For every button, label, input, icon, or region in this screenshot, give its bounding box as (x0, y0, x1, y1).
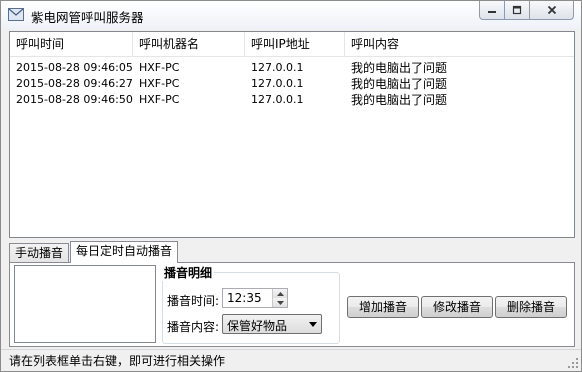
column-header-ip-address[interactable]: 呼叫IP地址 (245, 32, 345, 57)
minimize-button[interactable] (479, 1, 505, 20)
close-icon (547, 5, 556, 15)
cell-call-content: 我的电脑出了问题 (351, 77, 448, 91)
status-text: 请在列表框单击右键，即可进行相关操作 (9, 354, 226, 368)
cell-call-content: 我的电脑出了问题 (351, 61, 448, 75)
cell-ip-address: 127.0.0.1 (251, 61, 304, 74)
cell-machine-name: HXF-PC (139, 77, 180, 90)
maximize-icon (512, 5, 522, 15)
maximize-button[interactable] (504, 1, 530, 20)
broadcast-content-label: 播音内容: (167, 320, 220, 334)
mail-envelope-icon (8, 8, 24, 21)
tab-daily-scheduled-broadcast[interactable]: 每日定时自动播音 (70, 241, 179, 263)
add-broadcast-button[interactable]: 增加播音 (347, 296, 419, 318)
arrow-down-icon (276, 300, 284, 305)
table-row[interactable]: 2015-08-28 09:46:05 HXF-PC 127.0.0.1 我的电… (10, 60, 574, 76)
minimize-icon (488, 11, 496, 13)
tab-manual-broadcast[interactable]: 手动播音 (9, 243, 70, 263)
status-bar: 请在列表框单击右键，即可进行相关操作 (1, 349, 581, 371)
broadcast-content-select[interactable]: 保管好物品 (222, 314, 322, 334)
close-button[interactable] (529, 1, 574, 20)
cell-call-time: 2015-08-28 09:46:27 (16, 77, 133, 90)
modify-broadcast-button[interactable]: 修改播音 (421, 296, 493, 318)
cell-ip-address: 127.0.0.1 (251, 77, 304, 90)
time-spin-up-button[interactable] (272, 289, 287, 298)
broadcast-time-picker[interactable]: 12:35 (222, 288, 288, 308)
app-window: 紫电网管呼叫服务器 呼叫时间 呼叫机器名 呼叫IP地址 呼叫内容 2015-08… (0, 0, 582, 372)
column-header-call-time[interactable]: 呼叫时间 (10, 32, 133, 57)
call-list[interactable]: 呼叫时间 呼叫机器名 呼叫IP地址 呼叫内容 2015-08-28 09:46:… (9, 31, 575, 238)
delete-broadcast-button[interactable]: 删除播音 (495, 296, 567, 318)
broadcast-list[interactable] (14, 265, 156, 343)
cell-machine-name: HXF-PC (139, 93, 180, 106)
arrow-up-icon (276, 291, 284, 296)
title-bar[interactable]: 紫电网管呼叫服务器 (1, 1, 581, 29)
tab-panel-daily-scheduled: 播音明细 播音时间: 12:35 播音内容: 保管好物品 增加播音 修改播音 删… (9, 262, 575, 347)
broadcast-time-label: 播音时间: (167, 294, 220, 308)
broadcast-time-value: 12:35 (227, 291, 262, 305)
table-row[interactable]: 2015-08-28 09:46:50 HXF-PC 127.0.0.1 我的电… (10, 92, 574, 108)
call-list-header: 呼叫时间 呼叫机器名 呼叫IP地址 呼叫内容 (10, 32, 574, 57)
window-title: 紫电网管呼叫服务器 (31, 10, 144, 25)
cell-machine-name: HXF-PC (139, 61, 180, 74)
chevron-down-icon (309, 322, 317, 327)
broadcast-content-value: 保管好物品 (227, 319, 288, 333)
cell-call-time: 2015-08-28 09:46:05 (16, 61, 133, 74)
cell-call-content: 我的电脑出了问题 (351, 93, 448, 107)
column-header-call-content[interactable]: 呼叫内容 (345, 32, 574, 57)
cell-call-time: 2015-08-28 09:46:50 (16, 93, 133, 106)
group-title: 播音明细 (162, 264, 215, 281)
time-spin-down-button[interactable] (272, 298, 287, 307)
column-header-machine-name[interactable]: 呼叫机器名 (133, 32, 245, 57)
cell-ip-address: 127.0.0.1 (251, 93, 304, 106)
resize-grip-icon[interactable] (568, 358, 579, 369)
table-row[interactable]: 2015-08-28 09:46:27 HXF-PC 127.0.0.1 我的电… (10, 76, 574, 92)
